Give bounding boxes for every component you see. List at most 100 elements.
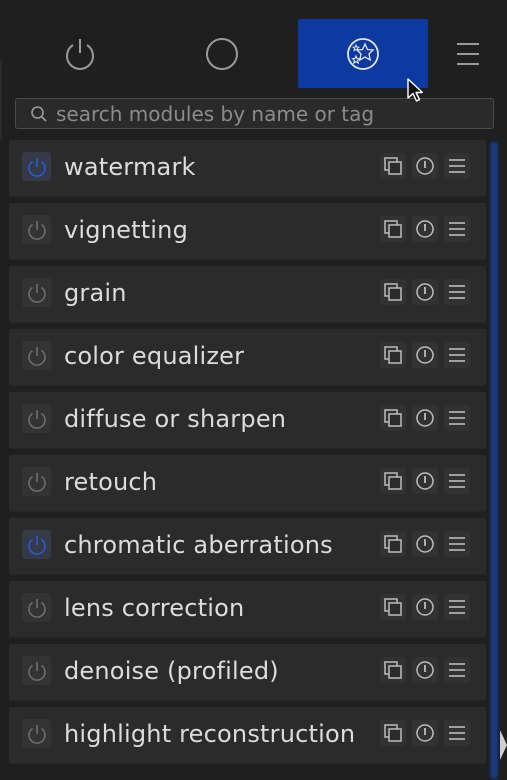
- presets-icon: [449, 348, 465, 362]
- presets-icon: [449, 474, 465, 488]
- power-icon: [27, 472, 46, 492]
- circle-icon: [206, 37, 238, 70]
- scrollbar[interactable]: [489, 141, 499, 780]
- multi-instance-button[interactable]: [380, 216, 406, 242]
- power-icon: [27, 283, 46, 303]
- tab-active-modules[interactable]: [15, 19, 145, 88]
- multi-instance-button[interactable]: [380, 468, 406, 494]
- power-icon: [27, 598, 46, 618]
- reset-button[interactable]: [412, 216, 438, 242]
- reset-button[interactable]: [412, 342, 438, 368]
- reset-button[interactable]: [412, 468, 438, 494]
- module-row-4[interactable]: diffuse or sharpen: [9, 392, 486, 449]
- power-icon: [66, 38, 94, 70]
- module-power-button[interactable]: [22, 278, 51, 307]
- module-row-6[interactable]: chromatic aberrations: [9, 518, 486, 575]
- presets-icon: [449, 285, 465, 299]
- multi-instance-icon: [384, 157, 402, 175]
- hamburger-menu-icon: [457, 42, 479, 65]
- power-icon: [27, 346, 46, 366]
- presets-button[interactable]: [444, 342, 470, 368]
- multi-instance-icon: [384, 598, 402, 616]
- module-power-button[interactable]: [22, 341, 51, 370]
- presets-button[interactable]: [444, 405, 470, 431]
- module-list: watermark vignetting grain color equaliz…: [9, 140, 486, 770]
- reset-icon: [416, 220, 434, 238]
- module-name: vignetting: [64, 216, 189, 244]
- multi-instance-button[interactable]: [380, 531, 406, 557]
- module-row-9[interactable]: highlight reconstruction: [9, 707, 486, 764]
- module-power-button[interactable]: [22, 593, 51, 622]
- presets-button[interactable]: [444, 720, 470, 746]
- module-power-button[interactable]: [22, 656, 51, 685]
- multi-instance-icon: [384, 535, 402, 553]
- reset-button[interactable]: [412, 153, 438, 179]
- multi-instance-button[interactable]: [380, 657, 406, 683]
- presets-icon: [449, 411, 465, 425]
- power-icon: [27, 535, 46, 555]
- reset-icon: [416, 409, 434, 427]
- reset-button[interactable]: [412, 657, 438, 683]
- presets-button[interactable]: [444, 657, 470, 683]
- panel-collapse-arrow-icon[interactable]: [500, 730, 507, 760]
- reset-button[interactable]: [412, 720, 438, 746]
- reset-icon: [416, 472, 434, 490]
- presets-button[interactable]: [444, 216, 470, 242]
- power-icon: [27, 661, 46, 681]
- multi-instance-button[interactable]: [380, 153, 406, 179]
- presets-button[interactable]: [444, 594, 470, 620]
- module-row-2[interactable]: grain: [9, 266, 486, 323]
- module-row-1[interactable]: vignetting: [9, 203, 486, 260]
- multi-instance-button[interactable]: [380, 405, 406, 431]
- module-name: grain: [64, 279, 127, 307]
- module-row-5[interactable]: retouch: [9, 455, 486, 512]
- reset-icon: [416, 283, 434, 301]
- reset-icon: [416, 346, 434, 364]
- multi-instance-button[interactable]: [380, 279, 406, 305]
- multi-instance-icon: [384, 409, 402, 427]
- multi-instance-button[interactable]: [380, 342, 406, 368]
- module-power-button[interactable]: [22, 404, 51, 433]
- presets-icon: [449, 600, 465, 614]
- reset-button[interactable]: [412, 405, 438, 431]
- multi-instance-icon: [384, 283, 402, 301]
- module-power-button[interactable]: [22, 215, 51, 244]
- tab-presets-menu[interactable]: [440, 19, 496, 88]
- module-row-0[interactable]: watermark: [9, 140, 486, 197]
- reset-icon: [416, 598, 434, 616]
- presets-button[interactable]: [444, 468, 470, 494]
- multi-instance-button[interactable]: [380, 720, 406, 746]
- module-power-button[interactable]: [22, 152, 51, 181]
- reset-button[interactable]: [412, 279, 438, 305]
- multi-instance-icon: [384, 472, 402, 490]
- module-power-button[interactable]: [22, 530, 51, 559]
- reset-icon: [416, 535, 434, 553]
- stars-icon: [347, 37, 379, 70]
- tab-base-modules[interactable]: [157, 19, 287, 88]
- presets-button[interactable]: [444, 279, 470, 305]
- multi-instance-button[interactable]: [380, 594, 406, 620]
- presets-button[interactable]: [444, 153, 470, 179]
- module-name: lens correction: [64, 594, 245, 622]
- module-power-button[interactable]: [22, 719, 51, 748]
- reset-button[interactable]: [412, 594, 438, 620]
- search-icon: [30, 105, 48, 123]
- power-icon: [27, 157, 46, 177]
- search-input[interactable]: [56, 101, 493, 126]
- presets-icon: [449, 663, 465, 677]
- module-row-3[interactable]: color equalizer: [9, 329, 486, 386]
- power-icon: [27, 409, 46, 429]
- module-name: color equalizer: [64, 342, 245, 370]
- module-name: diffuse or sharpen: [64, 405, 287, 433]
- module-row-7[interactable]: lens correction: [9, 581, 486, 638]
- presets-icon: [449, 537, 465, 551]
- scrollbar-thumb[interactable]: [491, 143, 497, 778]
- presets-icon: [449, 222, 465, 236]
- module-row-8[interactable]: denoise (profiled): [9, 644, 486, 701]
- reset-button[interactable]: [412, 531, 438, 557]
- presets-button[interactable]: [444, 531, 470, 557]
- reset-icon: [416, 157, 434, 175]
- module-power-button[interactable]: [22, 467, 51, 496]
- reset-icon: [416, 724, 434, 742]
- module-name: retouch: [64, 468, 158, 496]
